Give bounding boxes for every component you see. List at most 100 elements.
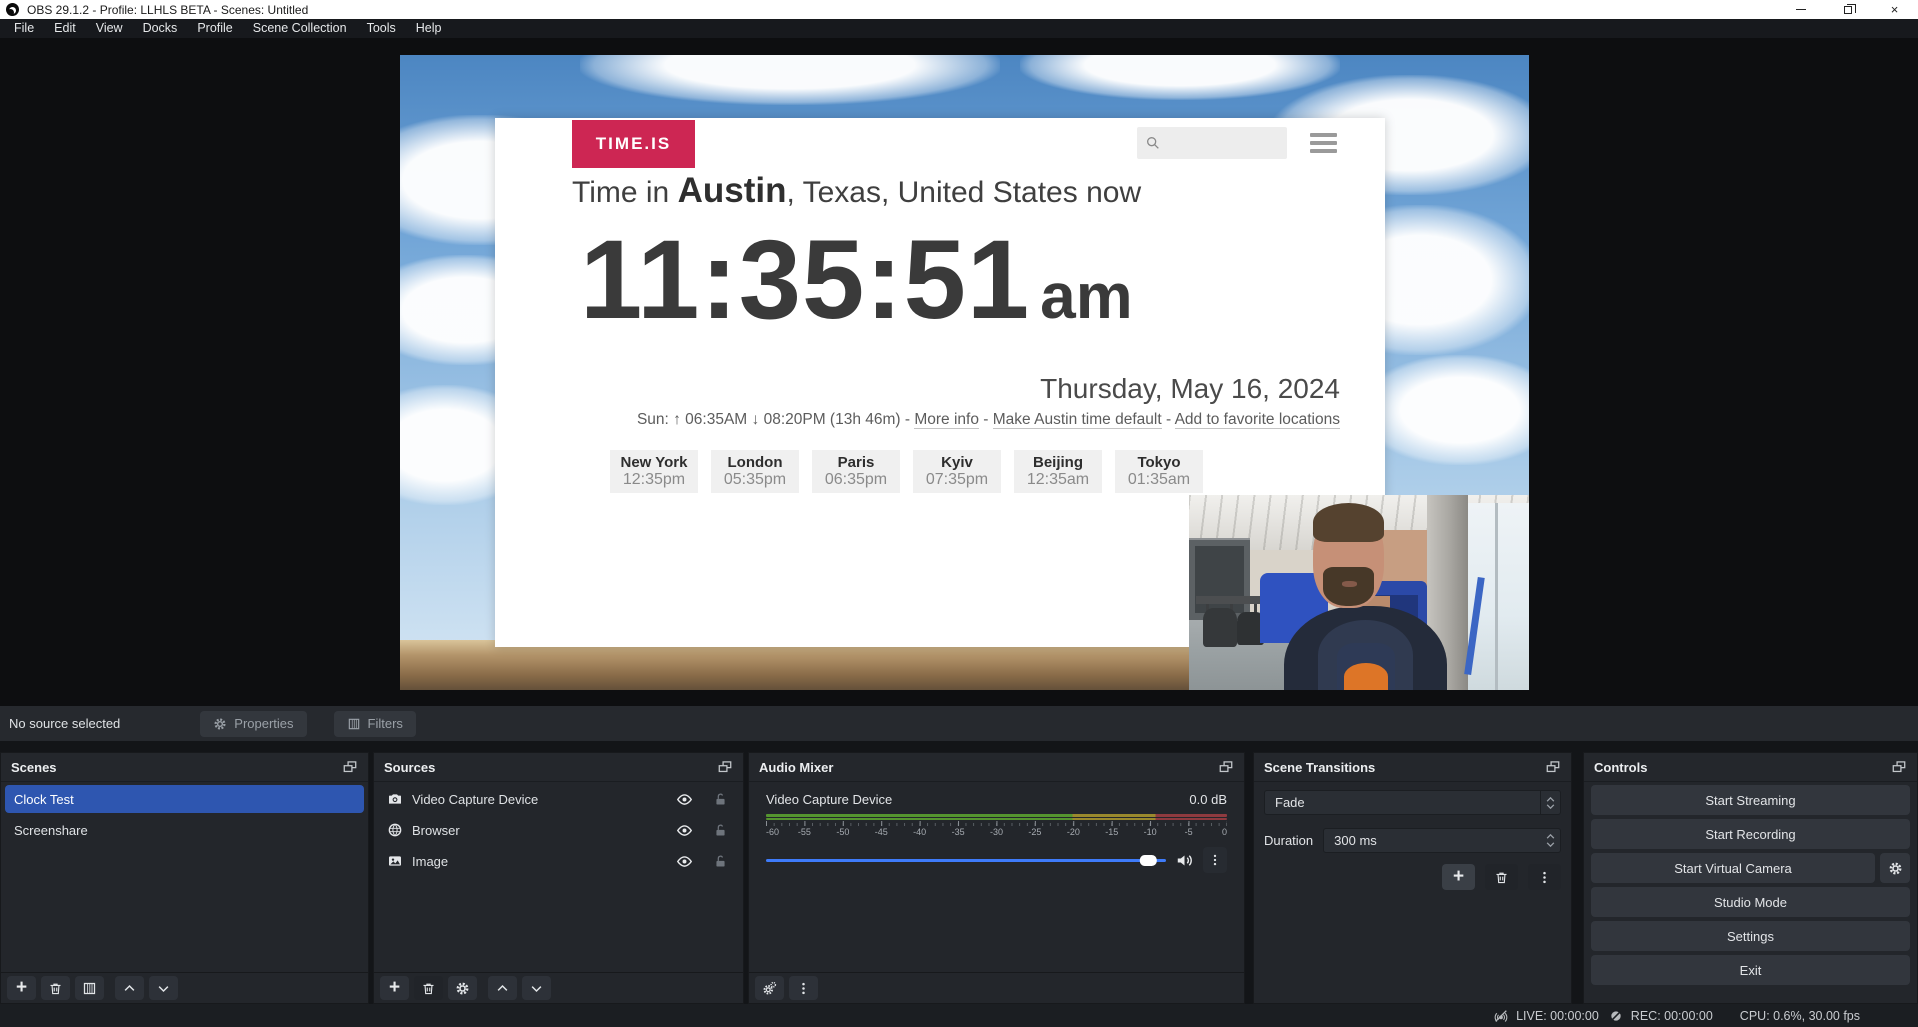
rec-timer: REC: 00:00:00 bbox=[1631, 1009, 1713, 1023]
filters-label: Filters bbox=[368, 716, 403, 731]
scene-filters-button[interactable] bbox=[75, 976, 104, 1000]
lock-icon[interactable] bbox=[713, 854, 728, 869]
chevron-down-icon bbox=[529, 981, 544, 996]
source-item-browser[interactable]: Browser bbox=[378, 816, 739, 844]
world-time-newyork: New York12:35pm bbox=[610, 450, 698, 493]
source-item-video-capture[interactable]: Video Capture Device bbox=[378, 785, 739, 813]
volume-slider[interactable] bbox=[766, 851, 1166, 869]
menu-tools[interactable]: Tools bbox=[357, 19, 406, 38]
start-virtual-camera-button[interactable]: Start Virtual Camera bbox=[1591, 853, 1875, 883]
transition-select[interactable]: Fade bbox=[1264, 790, 1561, 815]
menu-file[interactable]: File bbox=[4, 19, 44, 38]
transitions-panel-header[interactable]: Scene Transitions bbox=[1254, 753, 1571, 782]
visibility-eye-icon[interactable] bbox=[676, 853, 693, 870]
remove-source-button[interactable] bbox=[414, 976, 443, 1000]
timeis-date: Thursday, May 16, 2024 bbox=[1040, 373, 1340, 405]
stream-inactive-icon bbox=[1493, 1008, 1509, 1024]
close-icon: × bbox=[1891, 2, 1899, 17]
advanced-audio-button[interactable] bbox=[755, 976, 784, 1000]
lock-icon[interactable] bbox=[713, 823, 728, 838]
world-time-beijing: Beijing12:35am bbox=[1014, 450, 1102, 493]
controls-panel-header[interactable]: Controls bbox=[1584, 753, 1917, 782]
scenes-panel-header[interactable]: Scenes bbox=[1, 753, 368, 782]
menu-bar: File Edit View Docks Profile Scene Colle… bbox=[0, 19, 1918, 38]
visibility-eye-icon[interactable] bbox=[676, 822, 693, 839]
sources-panel-header[interactable]: Sources bbox=[374, 753, 743, 782]
start-streaming-button[interactable]: Start Streaming bbox=[1591, 785, 1910, 815]
menu-docks[interactable]: Docks bbox=[133, 19, 188, 38]
close-button[interactable]: × bbox=[1871, 0, 1918, 19]
start-recording-button[interactable]: Start Recording bbox=[1591, 819, 1910, 849]
add-source-button[interactable]: + bbox=[380, 976, 409, 1000]
source-properties-button[interactable] bbox=[448, 976, 477, 1000]
properties-button[interactable]: Properties bbox=[200, 711, 306, 737]
lock-icon[interactable] bbox=[713, 792, 728, 807]
timeis-clock: 11:35:51 am bbox=[580, 196, 1320, 364]
cpu-fps-status: CPU: 0.6%, 30.00 fps bbox=[1740, 1009, 1860, 1023]
popout-icon[interactable] bbox=[717, 760, 733, 774]
duration-value: 300 ms bbox=[1324, 833, 1540, 848]
remove-transition-button[interactable] bbox=[1485, 864, 1518, 890]
chevron-up-icon bbox=[122, 981, 137, 996]
studio-mode-button[interactable]: Studio Mode bbox=[1591, 887, 1910, 917]
timeis-sun-info: Sun: ↑ 06:35AM ↓ 08:20PM (13h 46m) - Mor… bbox=[637, 411, 1340, 429]
move-source-up-button[interactable] bbox=[488, 976, 517, 1000]
city-time: 06:35pm bbox=[825, 471, 887, 489]
transition-menu-button[interactable] bbox=[1528, 864, 1561, 890]
scene-item-clock-test[interactable]: Clock Test bbox=[5, 785, 364, 813]
mixer-menu-button[interactable] bbox=[789, 976, 818, 1000]
add-transition-button[interactable]: + bbox=[1442, 864, 1475, 890]
world-time-paris: Paris06:35pm bbox=[812, 450, 900, 493]
obs-window: OBS 29.1.2 - Profile: LLHLS BETA - Scene… bbox=[0, 0, 1918, 1027]
move-scene-down-button[interactable] bbox=[149, 976, 178, 1000]
transitions-body: Fade Duration 300 ms bbox=[1254, 782, 1571, 1003]
trash-icon bbox=[48, 981, 63, 996]
popout-icon[interactable] bbox=[1891, 760, 1907, 774]
obs-logo-icon bbox=[6, 3, 19, 16]
source-item-image[interactable]: Image bbox=[378, 847, 739, 875]
minimize-button[interactable] bbox=[1777, 0, 1824, 19]
menu-profile[interactable]: Profile bbox=[187, 19, 242, 38]
popout-icon[interactable] bbox=[1218, 760, 1234, 774]
move-source-down-button[interactable] bbox=[522, 976, 551, 1000]
city-time: 01:35am bbox=[1128, 471, 1190, 489]
mixer-tick-label: -50 bbox=[836, 827, 849, 837]
meter-bar-left bbox=[766, 814, 1227, 817]
menu-edit[interactable]: Edit bbox=[44, 19, 86, 38]
channel-menu-button[interactable] bbox=[1203, 847, 1227, 873]
meter-tick-marks bbox=[766, 821, 1227, 826]
popout-icon[interactable] bbox=[1545, 760, 1561, 774]
separator: - bbox=[979, 411, 993, 428]
exit-button[interactable]: Exit bbox=[1591, 955, 1910, 985]
popout-icon[interactable] bbox=[342, 760, 358, 774]
source-label: Video Capture Device bbox=[412, 792, 667, 807]
visibility-eye-icon[interactable] bbox=[676, 791, 693, 808]
sources-panel: Sources Video Capture Device Browser bbox=[373, 752, 744, 1004]
move-scene-up-button[interactable] bbox=[115, 976, 144, 1000]
menu-help[interactable]: Help bbox=[406, 19, 452, 38]
person-mouth bbox=[1342, 581, 1357, 587]
sun-times: Sun: ↑ 06:35AM ↓ 08:20PM (13h 46m) - bbox=[637, 411, 914, 428]
city-name: London bbox=[728, 454, 783, 471]
menu-scene-collection[interactable]: Scene Collection bbox=[243, 19, 357, 38]
mixer-panel-header[interactable]: Audio Mixer bbox=[749, 753, 1244, 782]
preview-area: TIME.IS Time in Austin, Texas, United St… bbox=[0, 38, 1918, 706]
filters-button[interactable]: Filters bbox=[334, 711, 416, 737]
scene-item-screenshare[interactable]: Screenshare bbox=[5, 816, 364, 844]
mixer-toolbar bbox=[749, 972, 1244, 1003]
scenes-list: Clock Test Screenshare bbox=[1, 782, 368, 972]
virtual-camera-config-button[interactable] bbox=[1880, 853, 1910, 883]
settings-button[interactable]: Settings bbox=[1591, 921, 1910, 951]
speaker-icon[interactable] bbox=[1175, 851, 1194, 870]
spinbox-arrows[interactable] bbox=[1540, 834, 1560, 847]
mixer-tick-label: -45 bbox=[875, 827, 888, 837]
city-time: 12:35pm bbox=[623, 471, 685, 489]
volume-slider-handle[interactable] bbox=[1140, 855, 1157, 866]
duration-spinbox[interactable]: 300 ms bbox=[1323, 828, 1561, 853]
video-preview-canvas[interactable]: TIME.IS Time in Austin, Texas, United St… bbox=[400, 55, 1529, 690]
remove-scene-button[interactable] bbox=[41, 976, 70, 1000]
restore-button[interactable] bbox=[1824, 0, 1871, 19]
mixer-tick-label: -35 bbox=[952, 827, 965, 837]
add-scene-button[interactable]: + bbox=[7, 976, 36, 1000]
menu-view[interactable]: View bbox=[86, 19, 133, 38]
